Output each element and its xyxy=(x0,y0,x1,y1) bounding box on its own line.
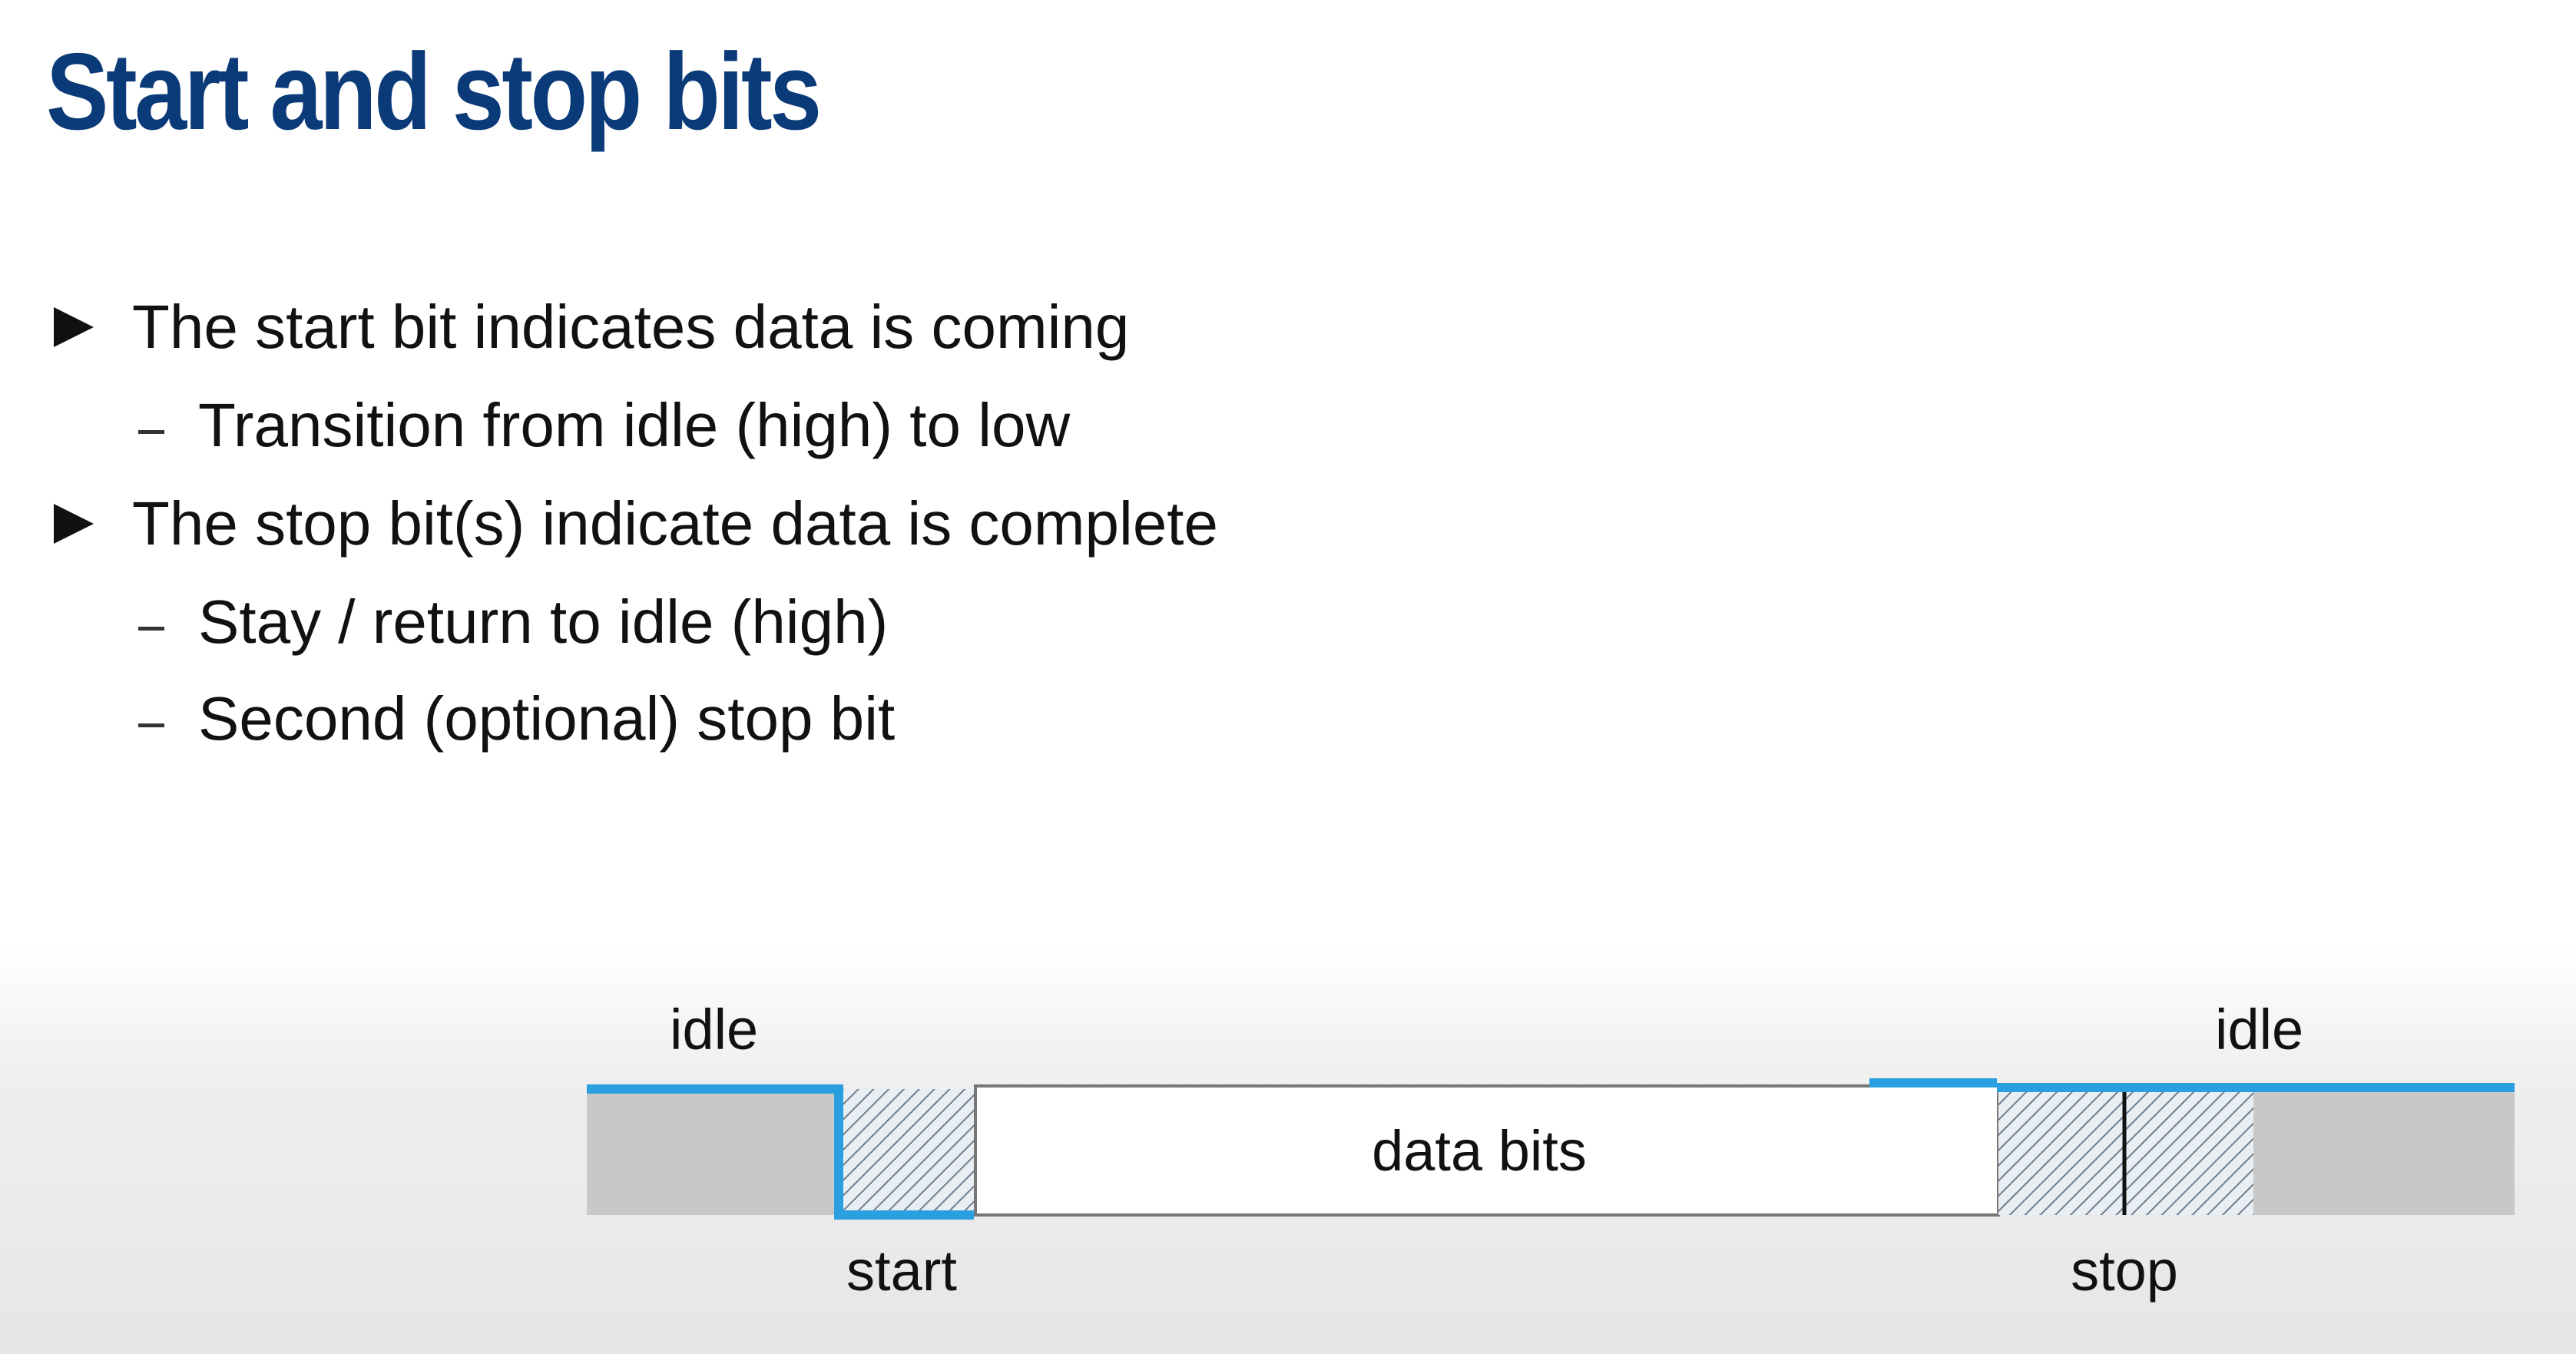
optional-stop-bit-block xyxy=(2124,1089,2253,1215)
stop-bit-block xyxy=(1998,1089,2124,1215)
data-bits-label: data bits xyxy=(1372,1119,1587,1183)
start-bit-block xyxy=(840,1089,975,1215)
idle-right-label: idle xyxy=(2215,998,2303,1061)
idle-right-block xyxy=(2253,1089,2515,1215)
uart-frame-diagram: idle idle data bits start stop xyxy=(587,998,2515,1303)
idle-left-block xyxy=(587,1089,840,1215)
stop-label: stop xyxy=(2071,1239,2178,1303)
start-label: start xyxy=(846,1239,957,1303)
idle-left-label: idle xyxy=(670,998,758,1061)
